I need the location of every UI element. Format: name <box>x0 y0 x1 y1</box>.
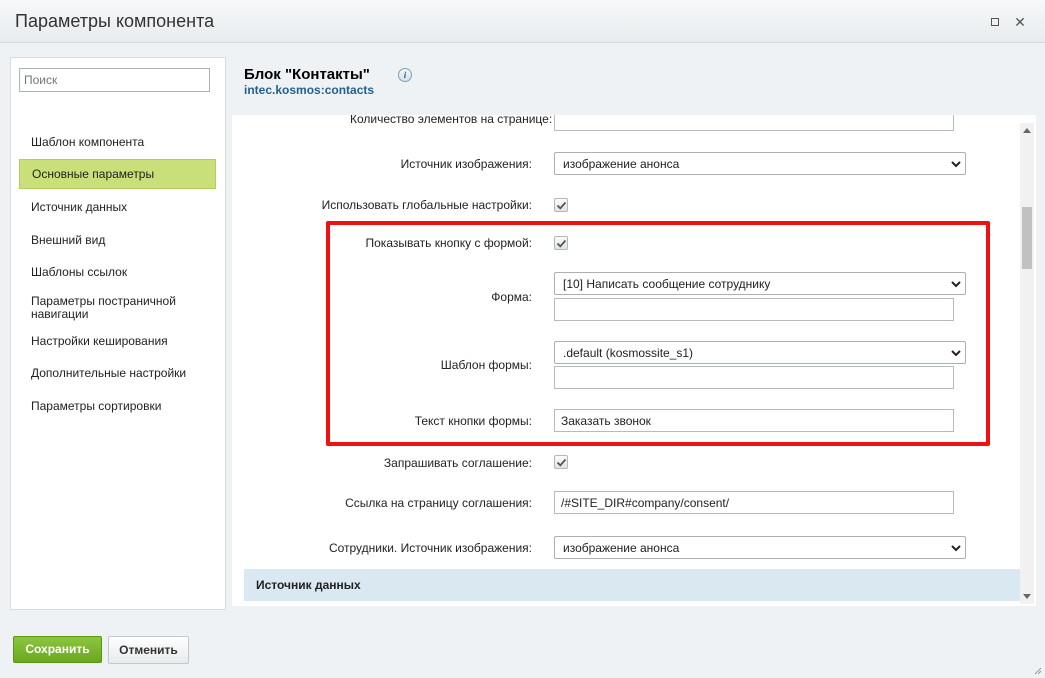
row-label-global-settings: Использовать глобальные настройки: <box>321 198 532 212</box>
scroll-down-icon[interactable] <box>1023 594 1031 599</box>
row-label-request-consent: Запрашивать соглашение: <box>383 456 532 470</box>
info-icon[interactable]: i <box>398 68 412 82</box>
sidebar-item-pagination[interactable]: Параметры постраничной навигации <box>19 295 199 321</box>
row-label-staff-image-source: Сотрудники. Источник изображения: <box>328 541 532 555</box>
sidebar-item-appearance[interactable]: Внешний вид <box>19 234 216 247</box>
row-label-elements-count: Количество элементов на странице: <box>350 115 553 126</box>
global-settings-checkbox[interactable] <box>554 198 568 212</box>
sidebar-item-url-templates[interactable]: Шаблоны ссылок <box>19 266 216 279</box>
save-button[interactable]: Сохранить <box>13 636 102 663</box>
image-source-select[interactable]: изображение анонса <box>554 152 966 175</box>
search-input[interactable] <box>19 68 210 92</box>
component-title: Блок "Контакты" <box>244 66 370 83</box>
highlight-frame <box>326 221 990 446</box>
footer: Сохранить Отменить <box>0 622 1045 678</box>
section-header-data-source[interactable]: Источник данных <box>244 569 1020 601</box>
consent-url-input[interactable]: /#SITE_DIR#company/consent/ <box>554 491 954 514</box>
maximize-icon[interactable] <box>987 14 1003 30</box>
window-title: Параметры компонента <box>15 11 215 31</box>
scroll-up-icon[interactable] <box>1023 128 1031 133</box>
staff-image-source-select[interactable]: изображение анонса <box>554 536 966 559</box>
params-panel: Количество элементов на странице: Источн… <box>232 115 1036 606</box>
elements-count-input[interactable] <box>554 115 954 131</box>
sidebar-item-additional[interactable]: Дополнительные настройки <box>19 367 216 380</box>
close-icon[interactable]: ✕ <box>1012 14 1028 30</box>
row-label-image-source: Источник изображения: <box>400 157 532 171</box>
sidebar-item-template[interactable]: Шаблон компонента <box>19 136 216 149</box>
checkmark-icon <box>556 201 567 210</box>
select-value: изображение анонса <box>563 157 680 171</box>
request-consent-checkbox[interactable] <box>554 455 568 469</box>
chevron-down-icon <box>951 161 961 168</box>
component-id: intec.kosmos:contacts <box>244 83 375 97</box>
scroll-thumb[interactable] <box>1022 207 1032 269</box>
sidebar: Шаблон компонента Основные параметры Ист… <box>10 57 226 610</box>
row-label-consent-url: Ссылка на страницу соглашения: <box>345 496 532 510</box>
resize-grip-icon[interactable] <box>1034 667 1042 675</box>
select-value: изображение анонса <box>563 541 680 555</box>
sidebar-item-caching[interactable]: Настройки кеширования <box>19 335 216 348</box>
sidebar-item-sorting[interactable]: Параметры сортировки <box>19 400 216 413</box>
cancel-button[interactable]: Отменить <box>108 636 189 664</box>
chevron-down-icon <box>951 545 961 552</box>
sidebar-item-main-params[interactable]: Основные параметры <box>19 159 216 189</box>
scrollbar[interactable] <box>1020 123 1034 604</box>
sidebar-item-data-source[interactable]: Источник данных <box>19 201 216 214</box>
checkmark-icon <box>556 458 567 467</box>
window-titlebar: Параметры компонента ✕ <box>0 0 1045 43</box>
